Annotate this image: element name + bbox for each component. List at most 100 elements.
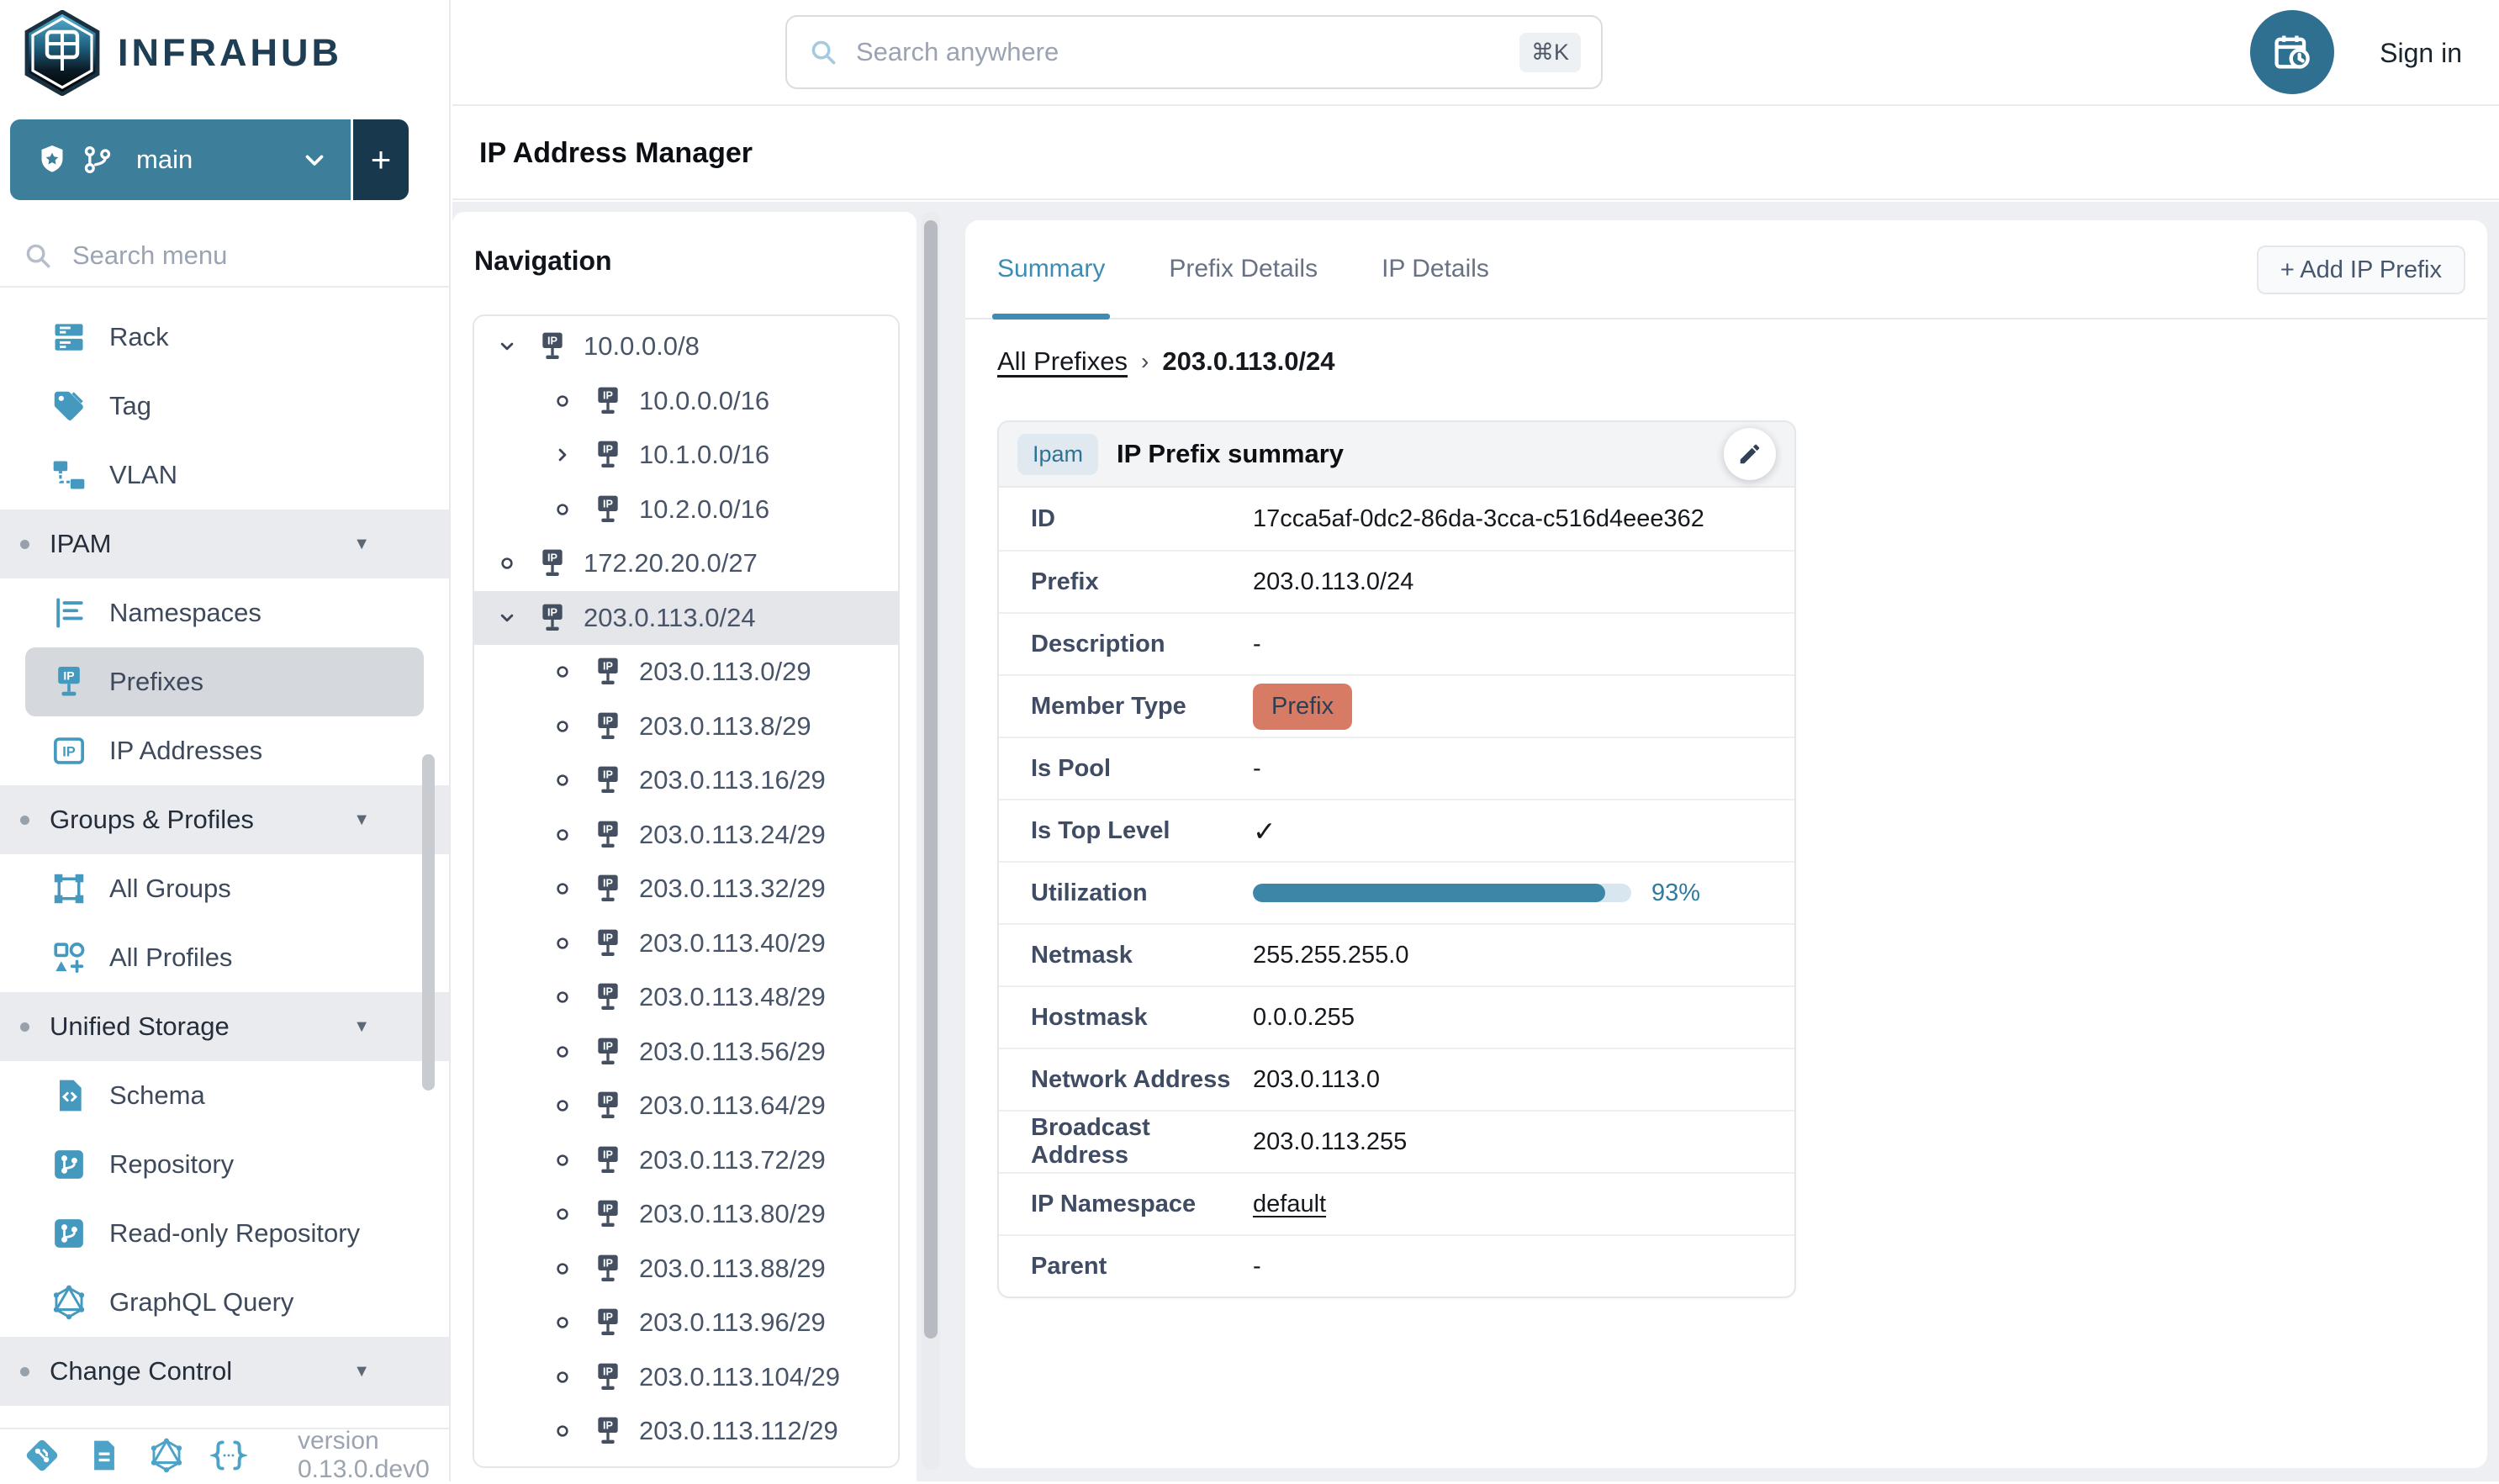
tree-item-203-0-113-24-29[interactable]: IP203.0.113.24/29 xyxy=(474,808,898,863)
sidebar-item-read-only-repository[interactable]: Read-only Repository xyxy=(0,1199,449,1268)
tree-item-203-0-113-0-29[interactable]: IP203.0.113.0/29 xyxy=(474,645,898,700)
edit-button[interactable] xyxy=(1724,428,1776,480)
sidebar-scrollbar[interactable] xyxy=(422,754,435,1091)
svg-text:IP: IP xyxy=(603,1257,614,1269)
branch-selector: main + xyxy=(10,119,409,200)
row-value: 0.0.0.255 xyxy=(1253,1004,1355,1032)
tab-summary[interactable]: Summary xyxy=(997,220,1105,318)
sidebar-section-groups-profiles[interactable]: Groups & Profiles▼ xyxy=(0,785,449,854)
prefix-icon: IP xyxy=(536,330,569,363)
circle-icon xyxy=(548,1257,577,1281)
prefix-icon: IP xyxy=(591,927,625,960)
sidebar-item-namespaces[interactable]: Namespaces xyxy=(0,578,449,647)
row-value: 203.0.113.255 xyxy=(1253,1128,1407,1156)
chevron-right-icon[interactable] xyxy=(548,443,577,467)
tree-item-10-0-0-0-8[interactable]: IP10.0.0.0/8 xyxy=(474,320,898,374)
tree-item-203-0-113-8-29[interactable]: IP203.0.113.8/29 xyxy=(474,700,898,754)
prefix-icon: IP xyxy=(591,1143,625,1177)
prefix-icon: IP xyxy=(591,1414,625,1448)
svg-text:IP: IP xyxy=(603,444,614,456)
tree-item-203-0-113-96-29[interactable]: IP203.0.113.96/29 xyxy=(474,1296,898,1350)
sidebar-item-all-groups[interactable]: All Groups xyxy=(0,854,449,923)
braces-icon[interactable] xyxy=(210,1437,247,1474)
svg-text:IP: IP xyxy=(603,1365,614,1377)
sign-in-button[interactable]: Sign in xyxy=(2380,0,2462,106)
sidebar-item-vlan[interactable]: VLAN xyxy=(0,441,449,510)
navigation-scrollbar[interactable] xyxy=(922,212,940,1470)
tree-item-203-0-113-16-29[interactable]: IP203.0.113.16/29 xyxy=(474,753,898,808)
sidebar-section-change-control[interactable]: Change Control▼ xyxy=(0,1337,449,1406)
tree-item-203-0-113-80-29[interactable]: IP203.0.113.80/29 xyxy=(474,1187,898,1242)
svg-text:IP: IP xyxy=(603,661,614,673)
sidebar-item-ip-addresses[interactable]: IPIP Addresses xyxy=(0,716,449,785)
git-icon[interactable] xyxy=(24,1437,61,1474)
row-label: Parent xyxy=(999,1253,1253,1281)
tree-item-203-0-113-40-29[interactable]: IP 203.0.113.40/29 xyxy=(474,916,898,971)
tree-item-203-0-113-88-29[interactable]: IP203.0.113.88/29 xyxy=(474,1242,898,1297)
graphql-icon[interactable] xyxy=(148,1437,185,1474)
tree-item-label: 203.0.113.40/29 xyxy=(639,928,826,959)
svg-text:IP: IP xyxy=(603,986,614,998)
version-label: version 0.13.0.dev0 xyxy=(298,1427,449,1484)
prefix-icon: IP xyxy=(591,1197,625,1231)
sidebar-section-unified-storage[interactable]: Unified Storage▼ xyxy=(0,992,449,1061)
sidebar-section-label: IPAM xyxy=(50,529,112,559)
search-menu-input[interactable] xyxy=(72,240,392,271)
document-icon[interactable] xyxy=(86,1437,123,1474)
sidebar-item-graphql-query[interactable]: GraphQL Query xyxy=(0,1268,449,1337)
prefix-icon: IP xyxy=(591,1360,625,1394)
add-ip-prefix-button[interactable]: + Add IP Prefix xyxy=(2257,246,2465,294)
tree-item-203-0-113-56-29[interactable]: IP203.0.113.56/29 xyxy=(474,1025,898,1080)
tree-item-203-0-113-112-29[interactable]: IP203.0.113.112/29 xyxy=(474,1404,898,1459)
tree-item-203-0-113-48-29[interactable]: IP203.0.113.48/29 xyxy=(474,970,898,1025)
scrollbar-thumb[interactable] xyxy=(924,220,938,1339)
tab-prefix-details[interactable]: Prefix Details xyxy=(1169,220,1318,318)
circle-icon xyxy=(548,1149,577,1172)
tree-item-10-2-0-0-16[interactable]: IP10.2.0.0/16 xyxy=(474,483,898,537)
sidebar-item-tag[interactable]: Tag xyxy=(0,372,449,441)
prefix-icon: IP xyxy=(591,493,625,526)
search-anywhere-input[interactable] xyxy=(856,37,1503,67)
svg-text:IP: IP xyxy=(603,715,614,726)
chevron-down-icon[interactable] xyxy=(493,335,521,358)
svg-text:IP: IP xyxy=(603,1040,614,1052)
tree-item-203-0-113-120-29[interactable]: IP203.0.113.120/29 xyxy=(474,1459,898,1469)
tab-ip-details[interactable]: IP Details xyxy=(1382,220,1489,318)
ip-prefix-summary-card: Ipam IP Prefix summary ID17cca5af-0dc2-8… xyxy=(997,420,1796,1298)
tree-item-203-0-113-72-29[interactable]: IP 203.0.113.72/29 xyxy=(474,1133,898,1188)
tree-item-172-20-20-0-27[interactable]: IP172.20.20.0/27 xyxy=(474,536,898,591)
ip-address-icon: IP xyxy=(50,732,87,769)
tree-item-203-0-113-32-29[interactable]: IP203.0.113.32/29 xyxy=(474,862,898,916)
groups-icon xyxy=(50,870,87,907)
sidebar-item-repository[interactable]: Repository xyxy=(0,1130,449,1199)
sidebar-item-label: Prefixes xyxy=(109,667,203,697)
sidebar-item-rack[interactable]: Rack xyxy=(0,303,449,372)
tree-item-203-0-113-104-29[interactable]: IP203.0.113.104/29 xyxy=(474,1350,898,1405)
prefix-icon: IP xyxy=(536,547,569,580)
branch-selector-button[interactable]: main xyxy=(10,119,351,200)
tree-item-label: 203.0.113.72/29 xyxy=(639,1145,826,1175)
circle-icon xyxy=(548,498,577,521)
sidebar-item-schema[interactable]: Schema xyxy=(0,1061,449,1130)
chevron-down-icon[interactable] xyxy=(493,606,521,630)
sidebar-item-all-profiles[interactable]: All Profiles xyxy=(0,923,449,992)
pencil-icon xyxy=(1737,441,1762,467)
sidebar-item-prefixes[interactable]: IPPrefixes xyxy=(25,647,424,716)
shield-star-icon xyxy=(35,143,69,177)
sidebar-section-ipam[interactable]: IPAM▼ xyxy=(0,510,449,578)
sidebar-item-label: All Groups xyxy=(109,874,231,904)
ip-namespace-link[interactable]: default xyxy=(1253,1191,1326,1218)
tree-item-10-0-0-0-16[interactable]: IP10.0.0.0/16 xyxy=(474,374,898,429)
breadcrumb-all-prefixes-link[interactable]: All Prefixes xyxy=(997,346,1128,377)
row-label: Description xyxy=(999,631,1253,658)
tree-item-203-0-113-64-29[interactable]: IP203.0.113.64/29 xyxy=(474,1079,898,1133)
create-branch-button[interactable]: + xyxy=(353,119,409,200)
time-travel-button[interactable] xyxy=(2250,10,2334,94)
tree-item-203-0-113-0-24[interactable]: IP203.0.113.0/24 xyxy=(474,591,898,646)
tree-item-10-1-0-0-16[interactable]: IP10.1.0.0/16 xyxy=(474,428,898,483)
circle-icon xyxy=(548,1419,577,1443)
tree-item-label: 203.0.113.96/29 xyxy=(639,1307,826,1338)
breadcrumb-separator: › xyxy=(1141,348,1149,375)
circle-icon xyxy=(548,389,577,413)
row-value: - xyxy=(1253,1253,1261,1281)
